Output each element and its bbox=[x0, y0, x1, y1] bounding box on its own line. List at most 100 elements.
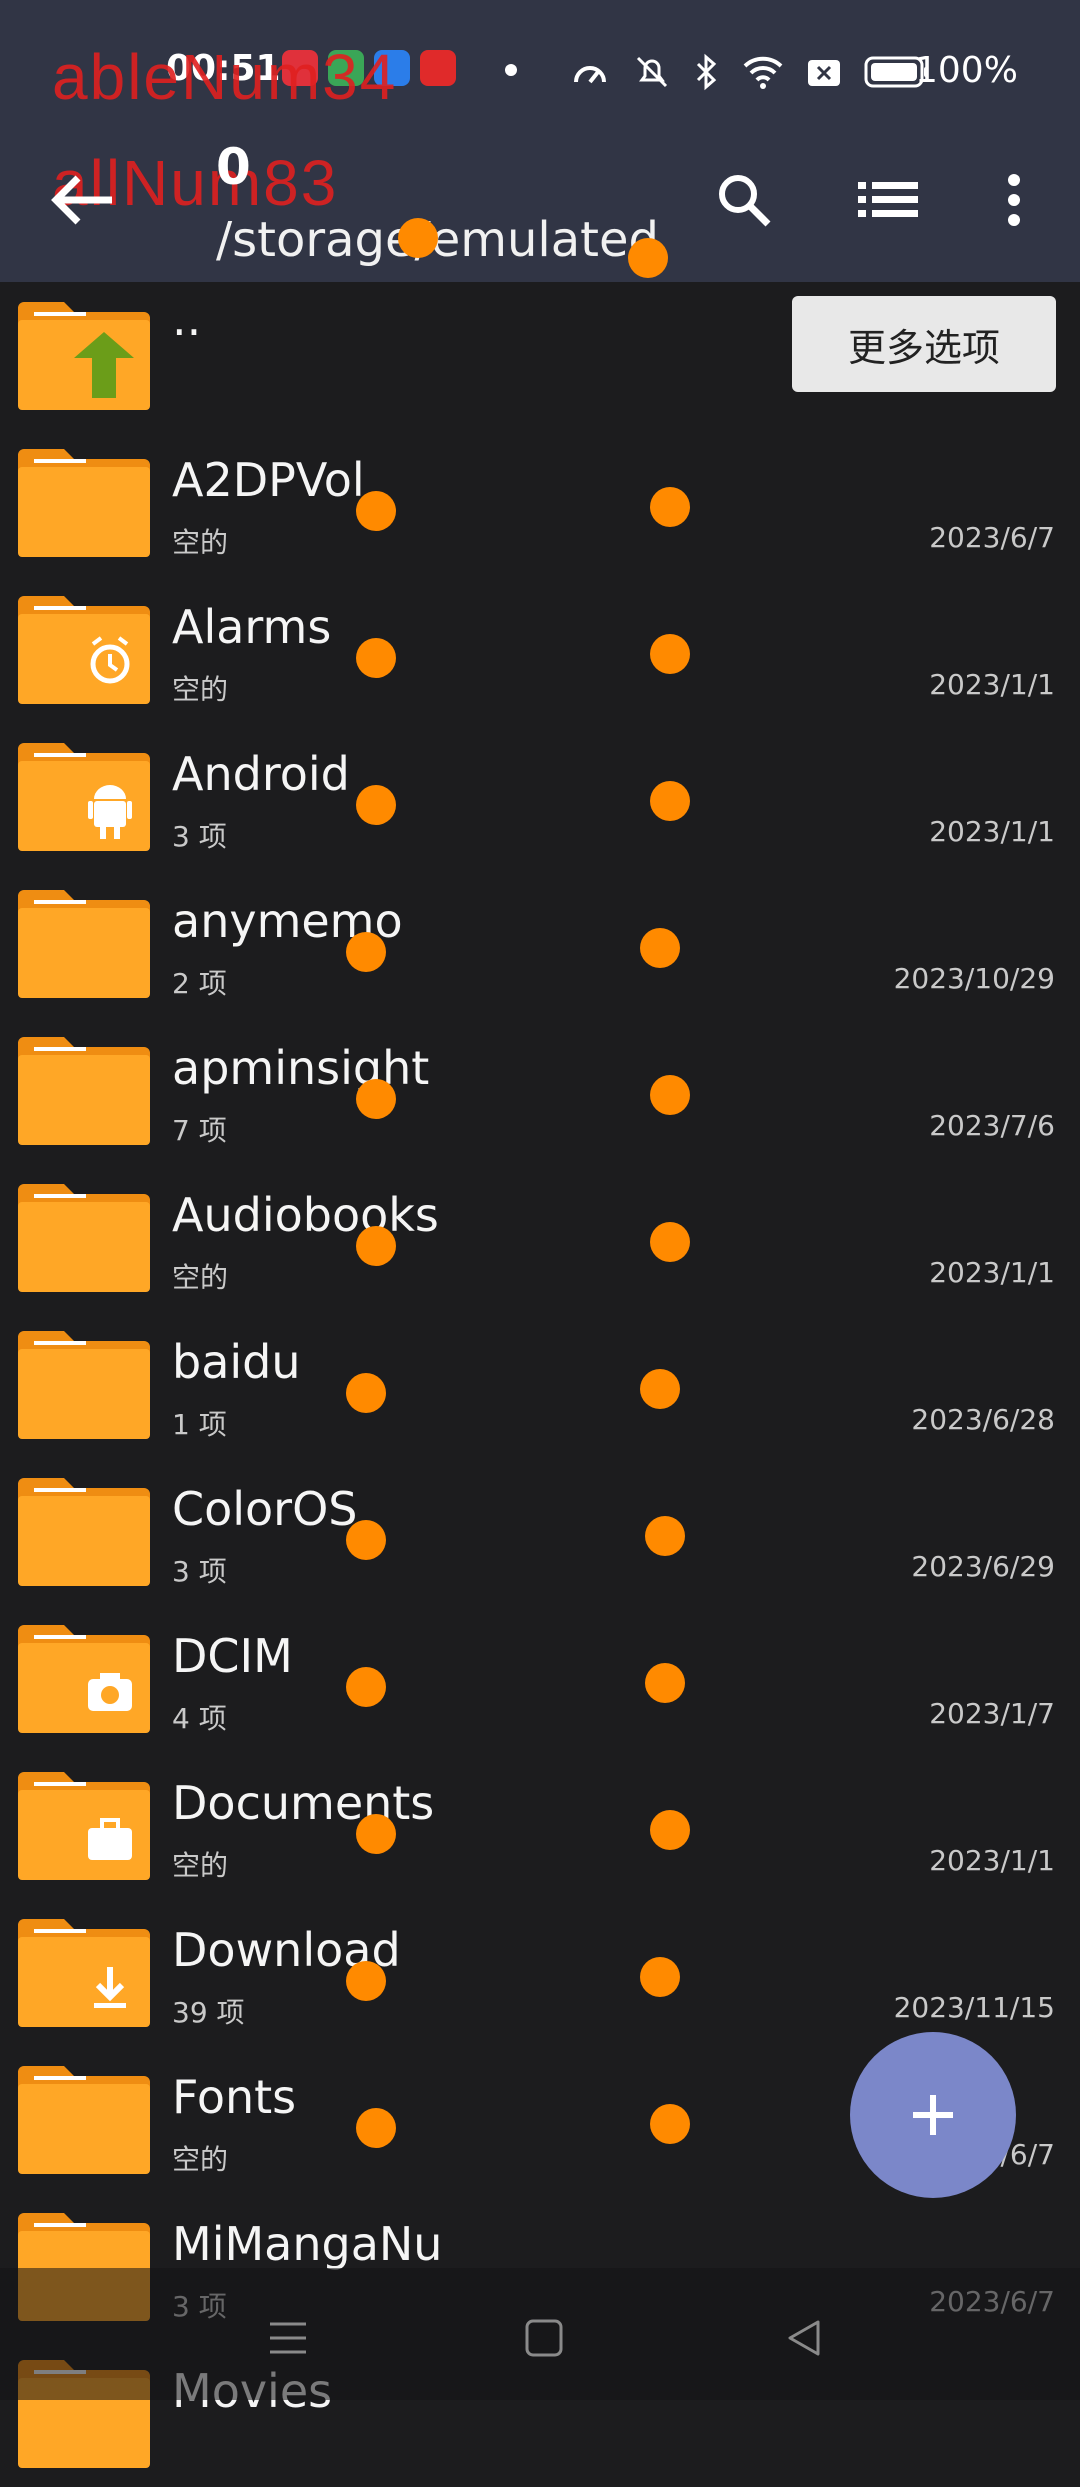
folder-item-count: 空的 bbox=[172, 2143, 229, 2176]
folder-item-count: 2 项 bbox=[172, 967, 227, 1000]
touch-marker bbox=[356, 1814, 396, 1854]
folder-row[interactable]: A2DPVol 空的 2023/6/7 bbox=[0, 429, 1080, 576]
folder-row[interactable]: Download 39 项 2023/11/15 bbox=[0, 1899, 1080, 2046]
touch-marker bbox=[650, 1222, 690, 1262]
folder-item-count: 3 项 bbox=[172, 1555, 227, 1588]
back-button[interactable] bbox=[48, 168, 118, 232]
nav-home-button[interactable] bbox=[514, 2308, 574, 2368]
app-notification-icon bbox=[420, 50, 456, 86]
folder-name: ColorOS bbox=[172, 1482, 358, 1536]
bluetooth-icon bbox=[696, 53, 717, 91]
folder-date: 2023/10/29 bbox=[893, 962, 1055, 995]
touch-marker bbox=[356, 1226, 396, 1266]
add-fab-button[interactable] bbox=[850, 2032, 1016, 2198]
touch-marker bbox=[645, 1663, 685, 1703]
folder-date: 2023/1/1 bbox=[929, 1256, 1055, 1289]
folder-item-count: 空的 bbox=[172, 1261, 229, 1294]
folder-name: baidu bbox=[172, 1335, 301, 1389]
watermark-text: ableNum34 bbox=[52, 41, 398, 113]
folder-name: Documents bbox=[172, 1776, 435, 1830]
folder-name: DCIM bbox=[172, 1629, 293, 1683]
folder-name: Fonts bbox=[172, 2070, 297, 2124]
touch-marker bbox=[650, 1075, 690, 1115]
touch-marker bbox=[346, 1667, 386, 1707]
folder-date: 2023/1/1 bbox=[929, 1844, 1055, 1877]
folder-name: Audiobooks bbox=[172, 1188, 439, 1242]
folder-item-count: 7 项 bbox=[172, 1114, 227, 1147]
navigation-bar bbox=[0, 2268, 1080, 2400]
folder-item-count: 空的 bbox=[172, 673, 229, 706]
folder-icon bbox=[18, 2066, 150, 2174]
view-mode-button[interactable] bbox=[852, 164, 924, 236]
folder-icon bbox=[18, 1478, 150, 1586]
camera-folder-icon bbox=[18, 1625, 150, 1733]
folder-row[interactable]: baidu 1 项 2023/6/28 bbox=[0, 1311, 1080, 1458]
android-folder-icon bbox=[18, 743, 150, 851]
notification-dot bbox=[505, 64, 517, 76]
silent-bell-icon bbox=[636, 56, 668, 88]
touch-marker bbox=[628, 238, 668, 278]
more-options-button[interactable]: 更多选项 bbox=[792, 296, 1056, 392]
list-view-icon bbox=[858, 182, 918, 217]
home-square-icon bbox=[525, 2319, 563, 2357]
system-icons bbox=[570, 52, 930, 92]
touch-marker bbox=[650, 487, 690, 527]
download-folder-icon bbox=[18, 1919, 150, 2027]
folder-date: 2023/1/1 bbox=[929, 815, 1055, 848]
folder-row[interactable]: ColorOS 3 项 2023/6/29 bbox=[0, 1458, 1080, 1605]
app-header: 00:51 100% ableNum34 allNum83 0 /storage… bbox=[0, 0, 1080, 282]
folder-icon bbox=[18, 1331, 150, 1439]
alarm-folder-icon bbox=[18, 596, 150, 704]
nav-menu-button[interactable] bbox=[258, 2308, 318, 2368]
folder-icon bbox=[18, 1037, 150, 1145]
touch-marker bbox=[650, 634, 690, 674]
touch-marker bbox=[356, 1079, 396, 1119]
search-button[interactable] bbox=[708, 164, 780, 236]
search-icon bbox=[719, 175, 771, 227]
nav-back-button[interactable] bbox=[774, 2308, 834, 2368]
folder-item-count: 空的 bbox=[172, 1849, 229, 1882]
touch-marker bbox=[640, 1957, 680, 1997]
folder-item-count: 1 项 bbox=[172, 1408, 227, 1441]
folder-row[interactable]: DCIM 4 项 2023/1/7 bbox=[0, 1605, 1080, 1752]
overflow-menu-button[interactable] bbox=[978, 164, 1050, 236]
parent-directory-label: .. bbox=[172, 292, 202, 346]
folder-icon bbox=[18, 1184, 150, 1292]
folder-row[interactable]: apminsight 7 项 2023/7/6 bbox=[0, 1017, 1080, 1164]
folder-name: Alarms bbox=[172, 600, 332, 654]
folder-date: 2023/1/1 bbox=[929, 668, 1055, 701]
touch-marker bbox=[650, 2104, 690, 2144]
folder-row[interactable]: anymemo 2 项 2023/10/29 bbox=[0, 870, 1080, 1017]
folder-row[interactable]: Android 3 项 2023/1/1 bbox=[0, 723, 1080, 870]
wifi-icon bbox=[743, 56, 783, 89]
folder-name: A2DPVol bbox=[172, 453, 365, 507]
touch-marker bbox=[640, 928, 680, 968]
toolbar-title: 0 bbox=[216, 138, 251, 196]
touch-marker bbox=[356, 638, 396, 678]
speedometer-icon bbox=[574, 66, 606, 84]
folder-item-count: 39 项 bbox=[172, 1996, 245, 2029]
briefcase-folder-icon bbox=[18, 1772, 150, 1880]
folder-row[interactable]: Alarms 空的 2023/1/1 bbox=[0, 576, 1080, 723]
touch-marker bbox=[346, 1961, 386, 2001]
touch-marker bbox=[346, 1520, 386, 1560]
folder-item-count: 3 项 bbox=[172, 820, 227, 853]
folder-date: 2023/7/6 bbox=[929, 1109, 1055, 1142]
touch-marker bbox=[640, 1369, 680, 1409]
touch-marker bbox=[346, 932, 386, 972]
folder-date: 2023/1/7 bbox=[929, 1697, 1055, 1730]
folder-item-count: 4 项 bbox=[172, 1702, 227, 1735]
back-triangle-icon bbox=[788, 2320, 820, 2356]
folder-row[interactable]: Audiobooks 空的 2023/1/1 bbox=[0, 1164, 1080, 1311]
more-vertical-icon bbox=[1008, 174, 1020, 226]
folder-name: MiMangaNu bbox=[172, 2217, 443, 2271]
folder-date: 2023/6/7 bbox=[929, 521, 1055, 554]
folder-name: Android bbox=[172, 747, 350, 801]
arrow-back-icon bbox=[51, 175, 112, 225]
sim-off-icon bbox=[808, 60, 840, 86]
touch-marker bbox=[356, 785, 396, 825]
battery-percentage: 100% bbox=[915, 50, 1018, 91]
folder-date: 2023/6/28 bbox=[911, 1403, 1055, 1436]
folder-item-count: 空的 bbox=[172, 526, 229, 559]
folder-row[interactable]: Documents 空的 2023/1/1 bbox=[0, 1752, 1080, 1899]
